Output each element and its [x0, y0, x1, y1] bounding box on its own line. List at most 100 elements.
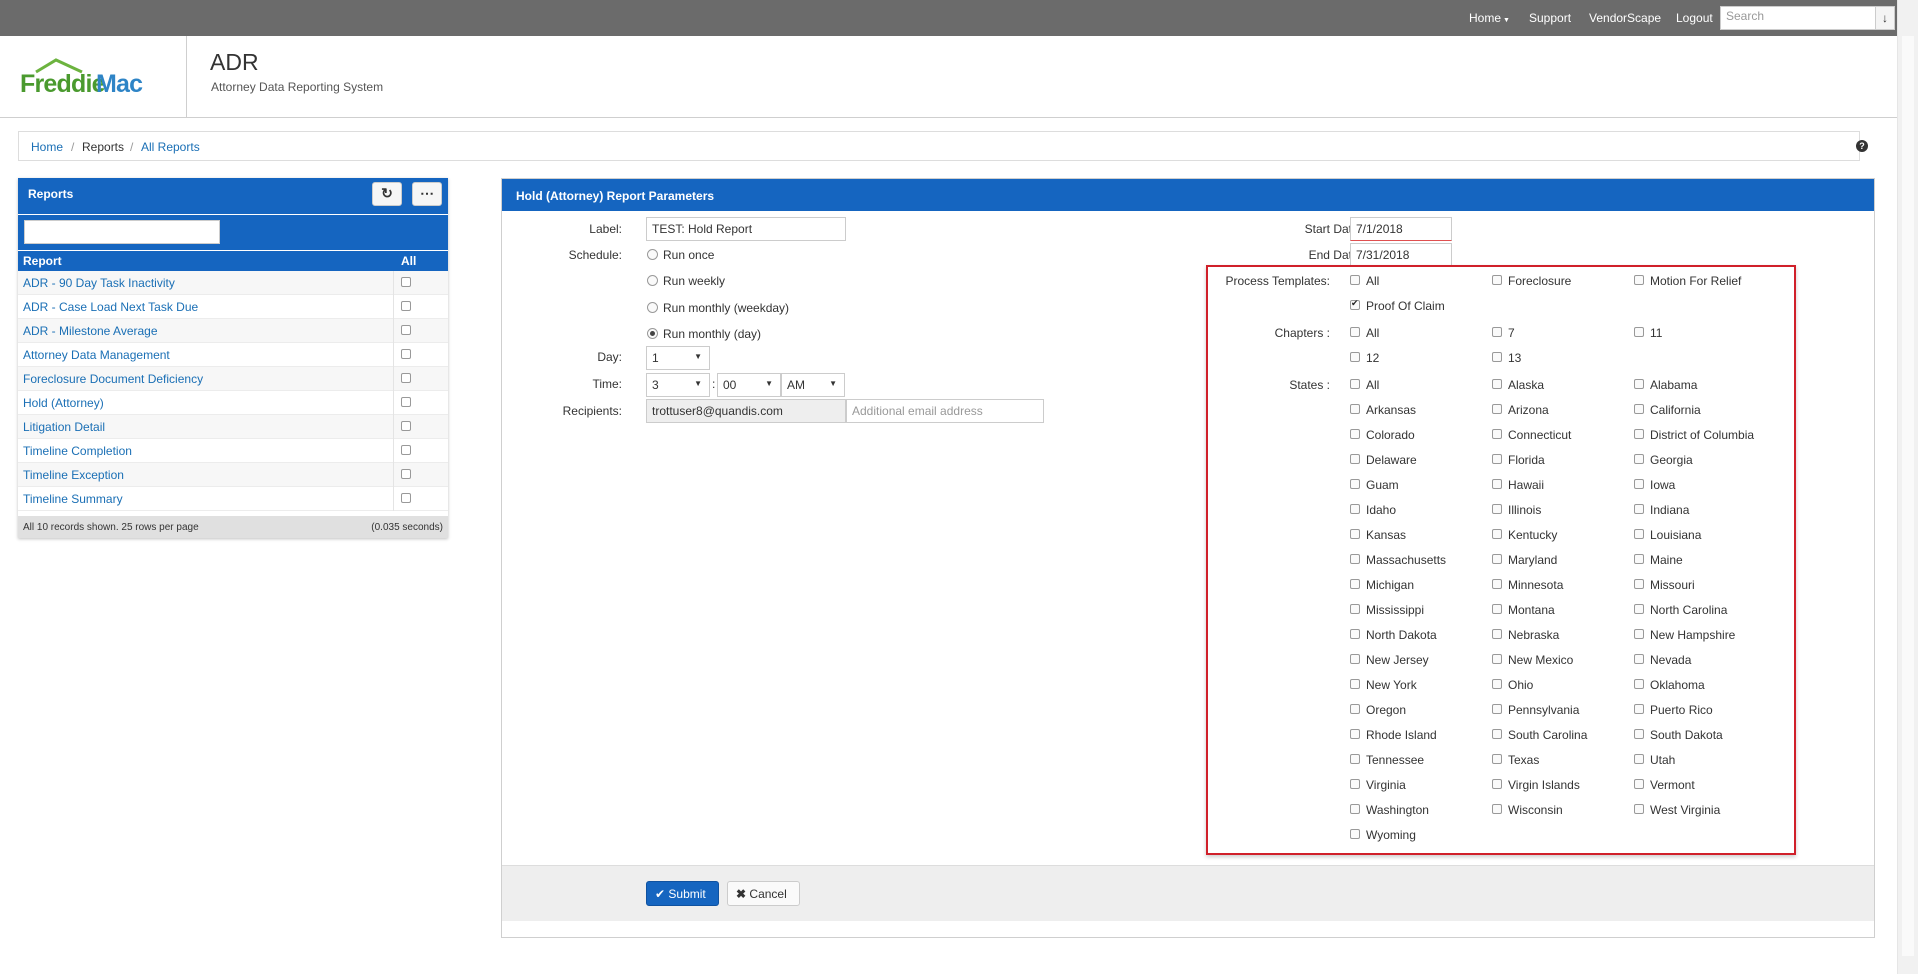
checkbox[interactable] — [1634, 529, 1644, 539]
report-link[interactable]: Attorney Data Management — [23, 348, 170, 362]
checkbox[interactable] — [1634, 429, 1644, 439]
checkbox[interactable] — [1350, 604, 1360, 614]
report-checkbox[interactable] — [401, 373, 411, 383]
checkbox[interactable] — [1634, 275, 1644, 285]
checkbox[interactable] — [1634, 479, 1644, 489]
report-checkbox[interactable] — [401, 301, 411, 311]
report-checkbox[interactable] — [401, 493, 411, 503]
report-row[interactable]: Timeline Exception — [18, 463, 448, 487]
checkbox[interactable] — [1634, 704, 1644, 714]
checkbox[interactable] — [1350, 327, 1360, 337]
checkbox[interactable] — [1350, 529, 1360, 539]
checkbox[interactable] — [1350, 804, 1360, 814]
report-row[interactable]: Foreclosure Document Deficiency — [18, 367, 448, 391]
nav-search-input[interactable]: Search — [1720, 6, 1878, 30]
help-icon[interactable]: ? — [1856, 140, 1868, 152]
checkbox[interactable] — [1350, 554, 1360, 564]
checkbox[interactable] — [1350, 429, 1360, 439]
checkbox[interactable] — [1492, 704, 1502, 714]
report-link[interactable]: Timeline Summary — [23, 492, 123, 506]
start-date-input[interactable]: 7/1/2018 — [1350, 217, 1452, 241]
time-minute-select[interactable]: 00 ▼ — [717, 373, 781, 397]
radio-button[interactable] — [647, 302, 658, 313]
checkbox[interactable] — [1492, 327, 1502, 337]
checkbox[interactable] — [1634, 754, 1644, 764]
checkbox[interactable] — [1492, 352, 1502, 362]
report-link[interactable]: Hold (Attorney) — [23, 396, 104, 410]
report-link[interactable]: Timeline Exception — [23, 468, 124, 482]
checkbox[interactable] — [1350, 454, 1360, 464]
radio-button[interactable] — [647, 249, 658, 260]
checkbox[interactable] — [1350, 579, 1360, 589]
checkbox[interactable] — [1350, 479, 1360, 489]
checkbox[interactable] — [1492, 629, 1502, 639]
checkbox[interactable] — [1350, 779, 1360, 789]
nav-logout-link[interactable]: Logout — [1676, 11, 1713, 25]
checkbox[interactable] — [1492, 379, 1502, 389]
checkbox[interactable] — [1492, 554, 1502, 564]
checkbox[interactable] — [1634, 629, 1644, 639]
report-link[interactable]: Timeline Completion — [23, 444, 132, 458]
checkbox[interactable] — [1350, 629, 1360, 639]
reports-filter-input[interactable] — [24, 220, 220, 244]
report-row[interactable]: Timeline Summary — [18, 487, 448, 511]
radio-button-selected[interactable] — [647, 328, 658, 339]
checkbox[interactable] — [1492, 479, 1502, 489]
checkbox[interactable] — [1350, 829, 1360, 839]
recipient-email[interactable]: trottuser8@quandis.com — [646, 399, 846, 423]
checkbox[interactable] — [1634, 604, 1644, 614]
checkbox[interactable] — [1350, 504, 1360, 514]
checkbox[interactable] — [1492, 804, 1502, 814]
checkbox[interactable] — [1492, 404, 1502, 414]
checkbox[interactable] — [1634, 327, 1644, 337]
checkbox[interactable] — [1350, 352, 1360, 362]
breadcrumb-home[interactable]: Home — [31, 140, 63, 154]
report-checkbox[interactable] — [401, 397, 411, 407]
checkbox[interactable] — [1350, 654, 1360, 664]
checkbox[interactable] — [1350, 404, 1360, 414]
checkbox-checked[interactable] — [1350, 298, 1360, 310]
freddie-mac-logo[interactable]: Freddie Mac — [20, 58, 160, 98]
checkbox[interactable] — [1634, 579, 1644, 589]
report-row[interactable]: ADR - Case Load Next Task Due — [18, 295, 448, 319]
checkbox[interactable] — [1634, 654, 1644, 664]
report-link[interactable]: Foreclosure Document Deficiency — [23, 372, 203, 386]
report-link[interactable]: ADR - Case Load Next Task Due — [23, 300, 198, 314]
report-row[interactable]: Attorney Data Management — [18, 343, 448, 367]
checkbox[interactable] — [1350, 275, 1360, 285]
page-scrollbar[interactable] — [1897, 0, 1918, 974]
more-options-button[interactable]: ⋯ — [412, 182, 442, 206]
report-row[interactable]: Litigation Detail — [18, 415, 448, 439]
checkbox[interactable] — [1350, 379, 1360, 389]
checkbox[interactable] — [1634, 679, 1644, 689]
report-link[interactable]: ADR - Milestone Average — [23, 324, 158, 338]
checkbox[interactable] — [1492, 579, 1502, 589]
cancel-button[interactable]: ✖ Cancel — [727, 881, 800, 906]
search-submit-button[interactable]: ↓ — [1875, 6, 1895, 30]
report-link[interactable]: ADR - 90 Day Task Inactivity — [23, 276, 175, 290]
time-hour-select[interactable]: 3 ▼ — [646, 373, 710, 397]
checkbox[interactable] — [1492, 529, 1502, 539]
nav-home-dropdown[interactable]: Home ▼ — [1469, 11, 1510, 25]
checkbox[interactable] — [1634, 379, 1644, 389]
checkbox[interactable] — [1634, 554, 1644, 564]
breadcrumb-all-reports[interactable]: All Reports — [141, 140, 200, 154]
day-select[interactable]: 1 ▼ — [646, 346, 710, 370]
report-checkbox[interactable] — [401, 469, 411, 479]
checkbox[interactable] — [1634, 454, 1644, 464]
nav-vendorscape-link[interactable]: VendorScape — [1589, 11, 1661, 25]
submit-button[interactable]: ✔ Submit — [646, 881, 719, 906]
checkbox[interactable] — [1492, 779, 1502, 789]
report-link[interactable]: Litigation Detail — [23, 420, 105, 434]
report-checkbox[interactable] — [401, 325, 411, 335]
report-row[interactable]: Timeline Completion — [18, 439, 448, 463]
report-checkbox[interactable] — [401, 421, 411, 431]
report-row[interactable]: ADR - 90 Day Task Inactivity — [18, 271, 448, 295]
end-date-input[interactable]: 7/31/2018 — [1350, 243, 1452, 267]
column-report[interactable]: Report — [23, 254, 62, 268]
report-checkbox[interactable] — [401, 277, 411, 287]
checkbox[interactable] — [1492, 679, 1502, 689]
checkbox[interactable] — [1492, 654, 1502, 664]
nav-support-link[interactable]: Support — [1529, 11, 1571, 25]
checkbox[interactable] — [1350, 729, 1360, 739]
